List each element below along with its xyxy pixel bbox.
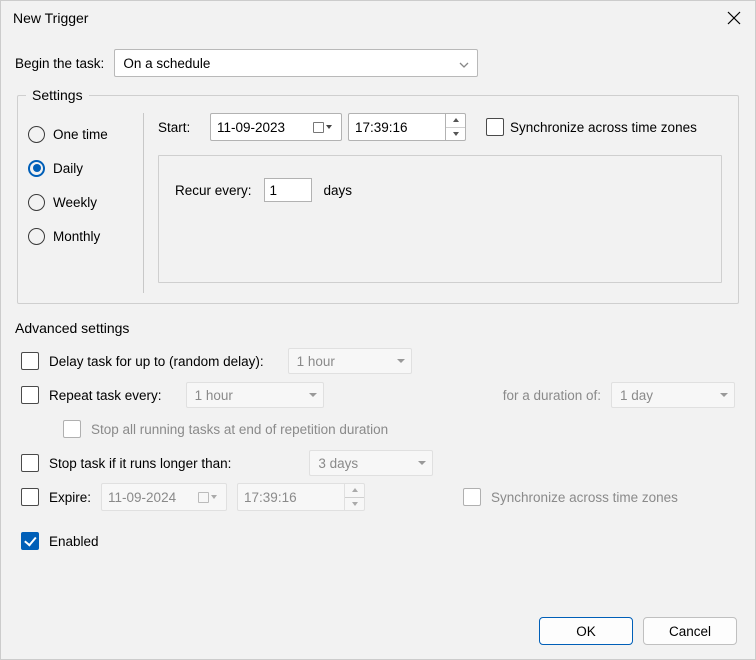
duration-label: for a duration of: bbox=[503, 388, 601, 403]
ok-button[interactable]: OK bbox=[539, 617, 633, 645]
radio-label: Monthly bbox=[53, 229, 100, 244]
repeat-label: Repeat task every: bbox=[49, 388, 162, 403]
start-date-input[interactable]: 11-09-2023 bbox=[210, 113, 342, 141]
radio-weekly[interactable]: Weekly bbox=[28, 185, 137, 219]
expire-sync-checkbox bbox=[463, 488, 481, 506]
stop-all-checkbox bbox=[63, 420, 81, 438]
chevron-down-icon bbox=[418, 461, 426, 465]
close-icon[interactable] bbox=[725, 9, 743, 27]
start-time-input[interactable]: 17:39:16 bbox=[348, 113, 466, 141]
begin-task-select[interactable]: On a schedule bbox=[114, 49, 478, 77]
chevron-down-icon bbox=[720, 393, 728, 397]
recur-every-input[interactable]: 1 bbox=[264, 178, 312, 202]
chevron-down-icon bbox=[459, 56, 469, 71]
expire-label: Expire: bbox=[49, 490, 91, 505]
time-spinner[interactable] bbox=[445, 114, 465, 140]
start-time-value: 17:39:16 bbox=[355, 120, 408, 135]
duration-select[interactable]: 1 day bbox=[611, 382, 735, 408]
window-title: New Trigger bbox=[13, 10, 88, 26]
delay-checkbox[interactable] bbox=[21, 352, 39, 370]
radio-icon bbox=[28, 126, 45, 143]
time-spinner[interactable] bbox=[344, 484, 364, 510]
start-date-value: 11-09-2023 bbox=[217, 120, 285, 135]
sync-timezones-checkbox[interactable] bbox=[486, 118, 504, 136]
expire-date-input[interactable]: 11-09-2024 bbox=[101, 483, 227, 511]
radio-icon bbox=[28, 194, 45, 211]
expire-date-value: 11-09-2024 bbox=[108, 490, 176, 505]
enabled-label: Enabled bbox=[49, 534, 99, 549]
chevron-down-icon bbox=[309, 393, 317, 397]
radio-label: One time bbox=[53, 127, 108, 142]
stop-if-value: 3 days bbox=[318, 456, 358, 471]
chevron-down-icon bbox=[397, 359, 405, 363]
calendar-dropdown-icon[interactable] bbox=[194, 492, 220, 503]
radio-monthly[interactable]: Monthly bbox=[28, 219, 137, 253]
sync-timezones-label: Synchronize across time zones bbox=[510, 120, 697, 135]
radio-label: Weekly bbox=[53, 195, 97, 210]
start-label: Start: bbox=[158, 120, 204, 135]
radio-icon bbox=[28, 228, 45, 245]
stop-if-checkbox[interactable] bbox=[21, 454, 39, 472]
recur-suffix: days bbox=[324, 183, 353, 198]
radio-label: Daily bbox=[53, 161, 83, 176]
settings-legend: Settings bbox=[26, 87, 89, 103]
expire-time-input[interactable]: 17:39:16 bbox=[237, 483, 365, 511]
expire-time-value: 17:39:16 bbox=[244, 490, 297, 505]
calendar-dropdown-icon[interactable] bbox=[309, 122, 335, 133]
repeat-value: 1 hour bbox=[195, 388, 233, 403]
duration-value: 1 day bbox=[620, 388, 653, 403]
repeat-select[interactable]: 1 hour bbox=[186, 382, 324, 408]
begin-task-value: On a schedule bbox=[123, 56, 210, 71]
radio-one-time[interactable]: One time bbox=[28, 117, 137, 151]
radio-icon bbox=[28, 160, 45, 177]
stop-if-select[interactable]: 3 days bbox=[309, 450, 433, 476]
recur-panel: Recur every: 1 days bbox=[158, 155, 722, 283]
schedule-radio-group: One time Daily Weekly Monthly bbox=[26, 113, 144, 293]
recur-prefix: Recur every: bbox=[175, 183, 252, 198]
stop-all-label: Stop all running tasks at end of repetit… bbox=[91, 422, 388, 437]
stop-if-label: Stop task if it runs longer than: bbox=[49, 456, 231, 471]
delay-label: Delay task for up to (random delay): bbox=[49, 354, 264, 369]
delay-select[interactable]: 1 hour bbox=[288, 348, 412, 374]
repeat-checkbox[interactable] bbox=[21, 386, 39, 404]
delay-value: 1 hour bbox=[297, 354, 335, 369]
radio-daily[interactable]: Daily bbox=[28, 151, 137, 185]
expire-sync-label: Synchronize across time zones bbox=[491, 490, 678, 505]
advanced-legend: Advanced settings bbox=[15, 320, 741, 336]
enabled-checkbox[interactable] bbox=[21, 532, 39, 550]
begin-task-label: Begin the task: bbox=[15, 56, 104, 71]
expire-checkbox[interactable] bbox=[21, 488, 39, 506]
cancel-button[interactable]: Cancel bbox=[643, 617, 737, 645]
